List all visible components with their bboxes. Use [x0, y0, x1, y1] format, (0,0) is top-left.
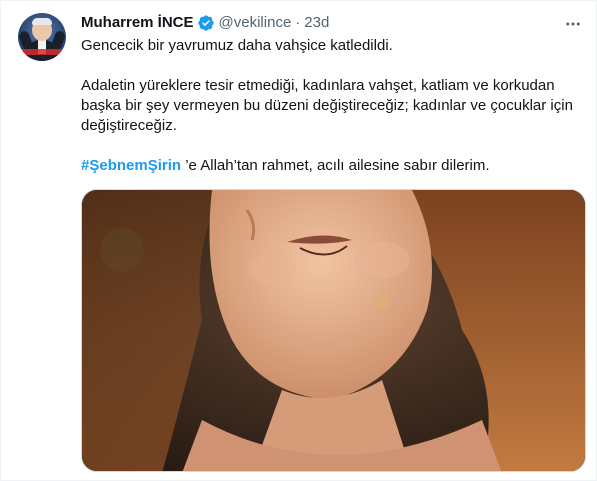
tweet-paragraph-1: Gencecik bir yavrumuz daha vahşice katle…: [81, 37, 393, 54]
tweet-paragraph-3: #ŞebnemŞirin ’e Allah’tan rahmet, acılı …: [81, 156, 586, 176]
tweet-media-photo[interactable]: [81, 189, 586, 472]
avatar-figure-hair: [32, 18, 52, 25]
tweet-timestamp[interactable]: 23d: [304, 13, 329, 33]
photo-of-young-woman: [82, 190, 585, 471]
tweet-paragraph-3-text: ’e Allah’tan rahmet, acılı ailesine sabı…: [181, 157, 490, 174]
author-name[interactable]: Muharrem İNCE: [81, 13, 194, 33]
header-separator: ·: [295, 14, 301, 31]
tweet-paragraph-2: Adaletin yüreklere tesir etmediği, kadın…: [81, 77, 573, 134]
author-handle[interactable]: @vekilince: [219, 13, 292, 33]
tweet-card[interactable]: Muharrem İNCE @vekilince · 23d Gencecik …: [0, 0, 597, 481]
avatar-ribbon: [18, 49, 66, 55]
hashtag-link[interactable]: #ŞebnemŞirin: [81, 157, 181, 174]
tweet-text: Gencecik bir yavrumuz daha vahşice katle…: [81, 36, 586, 176]
tweet-header: Muharrem İNCE @vekilince · 23d: [81, 12, 546, 34]
more-horizontal-icon[interactable]: [562, 13, 584, 35]
verified-badge-icon: [197, 14, 215, 32]
author-avatar[interactable]: [18, 13, 66, 61]
